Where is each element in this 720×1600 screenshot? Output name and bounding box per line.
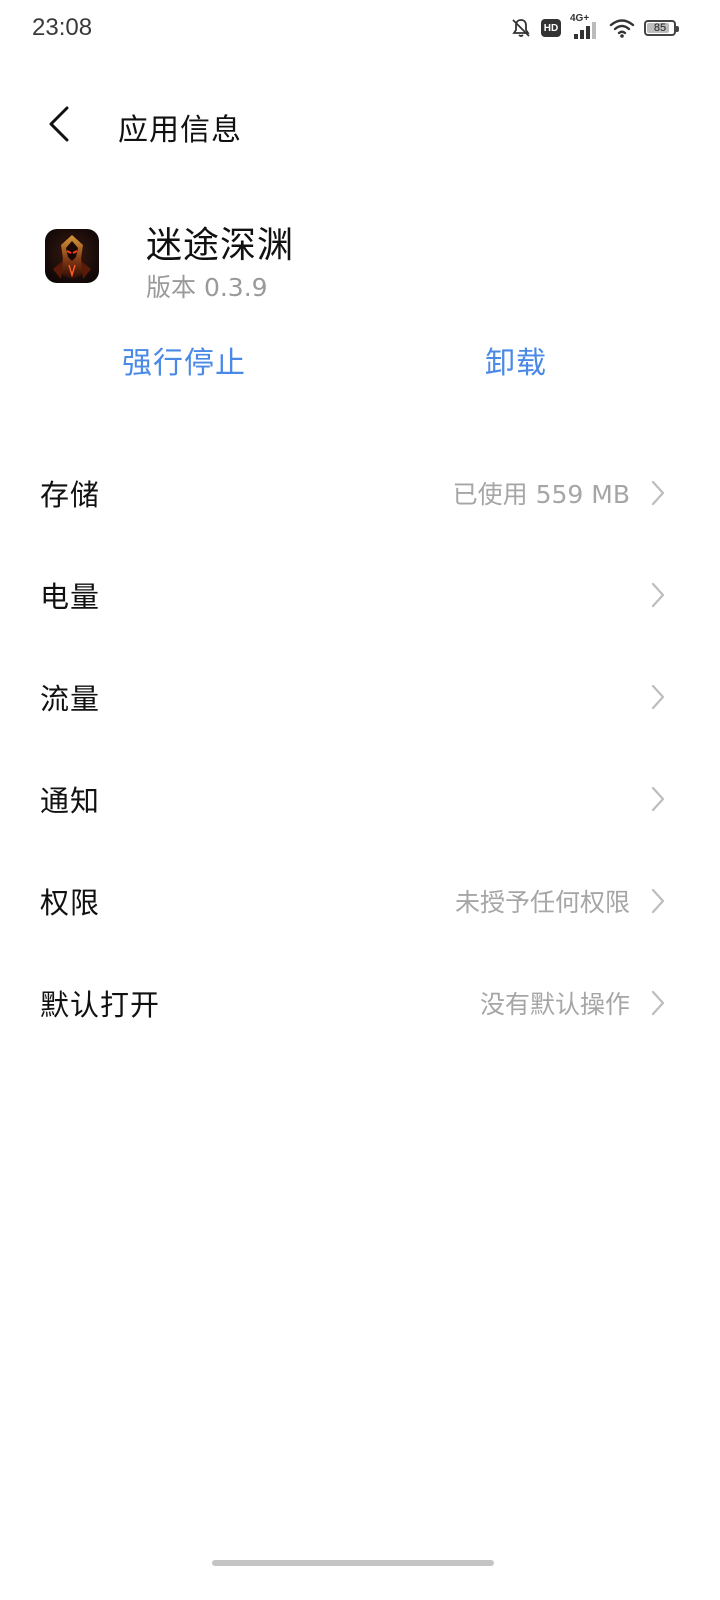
- status-bar: 23:08 HD 4G+ 85: [0, 0, 720, 56]
- chevron-left-icon: [49, 106, 69, 142]
- row-label: 通知: [40, 784, 101, 818]
- battery-icon: 85: [644, 20, 679, 36]
- chevron-right-icon: [651, 888, 665, 914]
- data-usage-row[interactable]: 流量: [0, 646, 720, 748]
- battery-usage-row[interactable]: 电量: [0, 544, 720, 646]
- chevron-right-icon: [651, 990, 665, 1016]
- battery-level: 85: [653, 22, 667, 34]
- row-value: 已使用 559 MB: [452, 480, 630, 509]
- row-label: 电量: [40, 580, 101, 614]
- row-label: 权限: [40, 886, 101, 920]
- force-stop-button[interactable]: 强行停止: [122, 338, 246, 382]
- storage-row[interactable]: 存储 已使用 559 MB: [0, 442, 720, 544]
- permissions-row[interactable]: 权限 未授予任何权限: [0, 850, 720, 952]
- row-label: 默认打开: [40, 988, 161, 1022]
- app-version: 版本 0.3.9: [146, 273, 268, 302]
- chevron-right-icon: [651, 684, 665, 710]
- settings-list: 存储 已使用 559 MB 电量 流量 通知 权限 未授予任何权限 默认打开 没…: [0, 442, 720, 1054]
- open-by-default-row[interactable]: 默认打开 没有默认操作: [0, 952, 720, 1054]
- notifications-row[interactable]: 通知: [0, 748, 720, 850]
- uninstall-button[interactable]: 卸载: [485, 338, 547, 382]
- chevron-right-icon: [651, 582, 665, 608]
- row-label: 存储: [40, 478, 101, 512]
- app-icon: [45, 229, 99, 283]
- chevron-right-icon: [651, 480, 665, 506]
- mute-notification-icon: [510, 17, 532, 39]
- row-label: 流量: [40, 682, 101, 716]
- row-value: 未授予任何权限: [454, 888, 630, 917]
- back-button[interactable]: [36, 100, 84, 148]
- wifi-icon: [609, 17, 635, 39]
- row-value: 没有默认操作: [479, 990, 630, 1019]
- app-bar: 应用信息: [0, 88, 720, 160]
- page-title: 应用信息: [118, 113, 242, 148]
- app-name: 迷途深渊: [146, 225, 295, 266]
- status-time: 23:08: [32, 14, 93, 41]
- cellular-signal-icon: 4G+: [570, 13, 600, 41]
- chevron-right-icon: [651, 786, 665, 812]
- home-indicator[interactable]: [212, 1560, 494, 1566]
- status-icons: HD 4G+ 85: [510, 13, 679, 42]
- hd-icon: HD: [541, 19, 561, 37]
